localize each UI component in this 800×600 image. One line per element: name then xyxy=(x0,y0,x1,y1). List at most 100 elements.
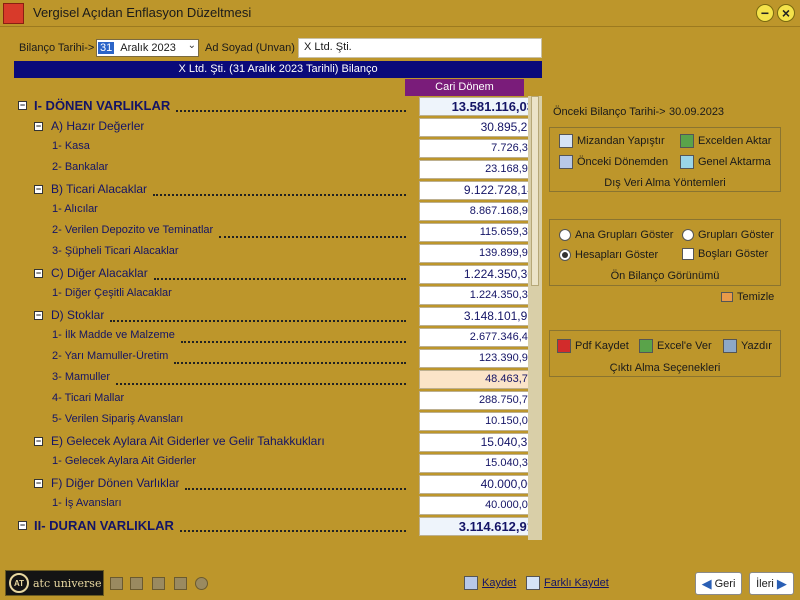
row-value-cell[interactable]: 2.677.346,47 xyxy=(419,328,538,347)
print-button[interactable]: Yazdır xyxy=(723,339,772,353)
row-value-cell[interactable]: 40.000,00 xyxy=(419,496,538,515)
row-value-cell[interactable]: 30.895,26 xyxy=(419,118,538,137)
calculator-icon[interactable] xyxy=(130,577,143,590)
row-value-cell[interactable]: 10.150,00 xyxy=(419,412,538,431)
collapse-toggle-icon[interactable]: − xyxy=(34,269,43,278)
row-value-cell[interactable]: 40.000,00 xyxy=(419,475,538,494)
balance-row[interactable]: 1- Kasa 7.726,35 xyxy=(14,138,542,159)
title-bar: Vergisel Açıdan Enflasyon Düzeltmesi − × xyxy=(0,0,800,27)
balance-row[interactable]: − I- DÖNEN VARLIKLAR 13.581.116,03 xyxy=(14,96,542,117)
row-value-cell[interactable]: 8.867.168,90 xyxy=(419,202,538,221)
balance-row[interactable]: 1- İş Avansları 40.000,00 xyxy=(14,495,542,516)
row-value-cell[interactable]: 3.114.612,91 xyxy=(419,517,538,536)
minimize-button[interactable]: − xyxy=(756,4,774,22)
row-value-cell[interactable]: 139.899,94 xyxy=(419,244,538,263)
film-icon[interactable] xyxy=(174,577,187,590)
genel-aktarma-button[interactable]: Genel Aktarma xyxy=(680,155,771,169)
previous-date-value: 30.09.2023 xyxy=(669,106,725,118)
row-label: B) Ticari Alacaklar xyxy=(51,182,148,196)
collapse-toggle-icon[interactable]: − xyxy=(34,122,43,131)
row-value-cell[interactable]: 1.224.350,30 xyxy=(419,265,538,284)
balance-row[interactable]: 2- Yarı Mamuller-Üretim 123.390,96 xyxy=(14,348,542,369)
balance-row[interactable]: 1- Gelecek Aylara Ait Giderler 15.040,37 xyxy=(14,453,542,474)
row-label: 3- Şüpheli Ticari Alacaklar xyxy=(52,245,179,257)
collapse-toggle-icon[interactable]: − xyxy=(34,479,43,488)
row-value-cell[interactable]: 3.148.101,96 xyxy=(419,307,538,326)
balance-row[interactable]: − C) Diğer Alacaklar 1.224.350,30 xyxy=(14,264,542,285)
collapse-toggle-icon[interactable]: − xyxy=(34,185,43,194)
save-disk-icon[interactable] xyxy=(110,577,123,590)
previous-date-label: Önceki Bilanço Tarihi-> xyxy=(553,106,666,118)
list-icon[interactable] xyxy=(152,577,165,590)
collapse-toggle-icon[interactable]: − xyxy=(34,437,43,446)
row-value-cell[interactable]: 115.659,30 xyxy=(419,223,538,242)
gruplari-radio[interactable]: Grupları Göster xyxy=(682,229,774,241)
collapse-toggle-icon[interactable]: − xyxy=(18,101,27,110)
row-label: 1- Diğer Çeşitli Alacaklar xyxy=(52,287,172,299)
hesaplari-radio[interactable]: Hesapları Göster xyxy=(559,249,658,261)
balance-row[interactable]: − F) Diğer Dönen Varlıklar 40.000,00 xyxy=(14,474,542,495)
balance-row[interactable]: 3- Mamuller 48.463,79 xyxy=(14,369,542,390)
balance-row[interactable]: 5- Verilen Sipariş Avansları 10.150,00 xyxy=(14,411,542,432)
row-value-cell[interactable]: 15.040,37 xyxy=(419,433,538,452)
ana-gruplari-radio[interactable]: Ana Grupları Göster xyxy=(559,229,673,241)
next-button[interactable]: İleri ▶ xyxy=(749,572,794,595)
row-value-cell[interactable]: 48.463,79 xyxy=(419,370,538,389)
balance-row[interactable]: − B) Ticari Alacaklar 9.122.728,14 xyxy=(14,180,542,201)
next-label: İleri xyxy=(756,577,774,590)
balance-row[interactable]: − D) Stoklar 3.148.101,96 xyxy=(14,306,542,327)
temizle-button[interactable]: Temizle xyxy=(721,291,774,303)
balance-row[interactable]: 2- Verilen Depozito ve Teminatlar 115.659… xyxy=(14,222,542,243)
leader-dots xyxy=(181,341,406,343)
help-icon[interactable] xyxy=(195,577,208,590)
balance-row[interactable]: 1- Diğer Çeşitli Alacaklar 1.224.350,30 xyxy=(14,285,542,306)
printer-icon xyxy=(723,339,737,353)
previous-period-icon xyxy=(559,155,573,169)
row-value-cell[interactable]: 1.224.350,30 xyxy=(419,286,538,305)
preview-view-caption: Ön Bilanço Görünümü xyxy=(610,270,720,282)
transfer-icon xyxy=(680,155,694,169)
collapse-toggle-icon[interactable]: − xyxy=(34,311,43,320)
balance-row[interactable]: 4- Ticari Mallar 288.750,74 xyxy=(14,390,542,411)
leader-dots xyxy=(153,194,406,196)
row-value-cell[interactable]: 7.726,35 xyxy=(419,139,538,158)
chevron-down-icon[interactable]: ⌄ xyxy=(188,40,196,51)
company-name-input[interactable]: X Ltd. Şti. xyxy=(298,38,542,58)
balance-row[interactable]: − A) Hazır Değerler 30.895,26 xyxy=(14,117,542,138)
collapse-toggle-icon[interactable]: − xyxy=(18,521,27,530)
balance-sheet-banner: X Ltd. Şti. (31 Aralık 2023 Tarihli) Bil… xyxy=(14,61,542,78)
mizandan-button[interactable]: Mizandan Yapıştır xyxy=(559,134,665,148)
balance-row[interactable]: − II- DURAN VARLIKLAR 3.114.612,91 xyxy=(14,516,542,537)
leader-dots xyxy=(116,383,406,385)
balance-row[interactable]: 2- Bankalar 23.168,91 xyxy=(14,159,542,180)
row-label: 5- Verilen Sipariş Avansları xyxy=(52,413,184,425)
balance-row[interactable]: 1- İlk Madde ve Malzeme 2.677.346,47 xyxy=(14,327,542,348)
excel-export-button[interactable]: Excel'e Ver xyxy=(639,339,712,353)
logo-mark: AT xyxy=(9,573,29,593)
balance-row[interactable]: 1- Alıcılar 8.867.168,90 xyxy=(14,201,542,222)
row-value-cell[interactable]: 13.581.116,03 xyxy=(419,97,538,116)
close-button[interactable]: × xyxy=(777,4,795,22)
row-value-cell[interactable]: 23.168,91 xyxy=(419,160,538,179)
boslari-checkbox[interactable]: Boşları Göster xyxy=(682,248,768,260)
balance-sheet-tree[interactable]: − I- DÖNEN VARLIKLAR 13.581.116,03− A) Hazı… xyxy=(14,96,542,540)
kaydet-button[interactable]: Kaydet xyxy=(464,576,516,590)
print-label: Yazdır xyxy=(741,340,772,352)
balance-row[interactable]: − E) Gelecek Aylara Ait Giderler ve Gelir… xyxy=(14,432,542,453)
row-label: 1- İş Avansları xyxy=(52,497,122,509)
back-button[interactable]: ◀ Geri xyxy=(695,572,742,595)
row-label: A) Hazır Değerler xyxy=(51,119,145,133)
scrollbar-thumb[interactable] xyxy=(531,96,539,286)
pdf-save-button[interactable]: Pdf Kaydet xyxy=(557,339,629,353)
onceki-donemden-button[interactable]: Önceki Dönemden xyxy=(559,155,668,169)
row-value-cell[interactable]: 9.122.728,14 xyxy=(419,181,538,200)
balance-row[interactable]: 3- Şüpheli Ticari Alacaklar 139.899,94 xyxy=(14,243,542,264)
row-value-cell[interactable]: 123.390,96 xyxy=(419,349,538,368)
pdf-label: Pdf Kaydet xyxy=(575,340,629,352)
farkli-kaydet-button[interactable]: Farklı Kaydet xyxy=(526,576,609,590)
ana-gruplari-label: Ana Grupları Göster xyxy=(575,229,674,241)
excelden-button[interactable]: Excelden Aktar xyxy=(680,134,771,148)
row-value-cell[interactable]: 15.040,37 xyxy=(419,454,538,473)
row-value-cell[interactable]: 288.750,74 xyxy=(419,391,538,410)
bilanco-date-picker[interactable]: 31 Aralık 2023 ⌄ xyxy=(96,39,199,57)
